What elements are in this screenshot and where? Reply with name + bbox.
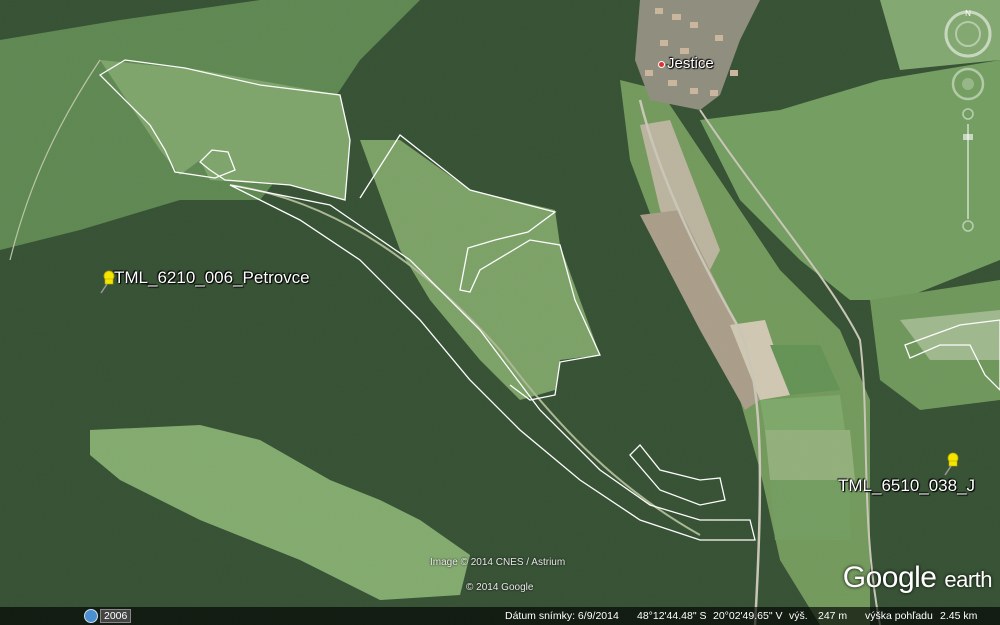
town-dot-icon bbox=[658, 60, 665, 68]
elevation-label: výš. bbox=[789, 610, 808, 622]
imagery-credit: Image © 2014 CNES / Astrium bbox=[430, 557, 566, 568]
imagery-date: Dátum snímky: 6/9/2014 bbox=[505, 610, 619, 622]
eye-altitude-readout: 2.45 km bbox=[940, 610, 978, 622]
historical-imagery-icon[interactable] bbox=[84, 609, 98, 623]
longitude-readout: 20°02'49.65" V bbox=[713, 610, 783, 622]
town-label-jestice[interactable]: Jestice bbox=[658, 55, 714, 72]
compass-ring-icon[interactable]: N bbox=[944, 9, 992, 58]
zoom-slider[interactable] bbox=[962, 108, 974, 232]
zoom-slider-handle bbox=[963, 134, 973, 140]
placemark-label-petrovce[interactable]: TML_6210_006_Petrovce bbox=[114, 268, 310, 288]
historical-imagery-year[interactable]: 2006 bbox=[100, 609, 132, 623]
map-view[interactable]: Jestice TML_6210_006_Petrovce TML_6510_0… bbox=[0, 0, 1000, 625]
eye-altitude-label: výška pohľadu bbox=[865, 610, 933, 622]
status-bar: 2006 Dátum snímky: 6/9/2014 48°12'44.48"… bbox=[0, 607, 1000, 625]
navigation-controls[interactable]: N bbox=[944, 4, 992, 234]
look-joystick-icon[interactable] bbox=[951, 67, 985, 101]
latitude-readout: 48°12'44.48" S bbox=[637, 610, 707, 622]
placemark-label-tml-6510[interactable]: TML_6510_038_J bbox=[838, 476, 975, 496]
google-credit: © 2014 Google bbox=[466, 582, 534, 593]
north-indicator: N bbox=[965, 9, 971, 18]
elevation-readout: 247 m bbox=[818, 610, 848, 622]
yellow-pushpin-icon[interactable] bbox=[942, 452, 960, 476]
satellite-imagery[interactable] bbox=[0, 0, 1000, 625]
google-earth-logo: Google earth bbox=[842, 561, 993, 594]
